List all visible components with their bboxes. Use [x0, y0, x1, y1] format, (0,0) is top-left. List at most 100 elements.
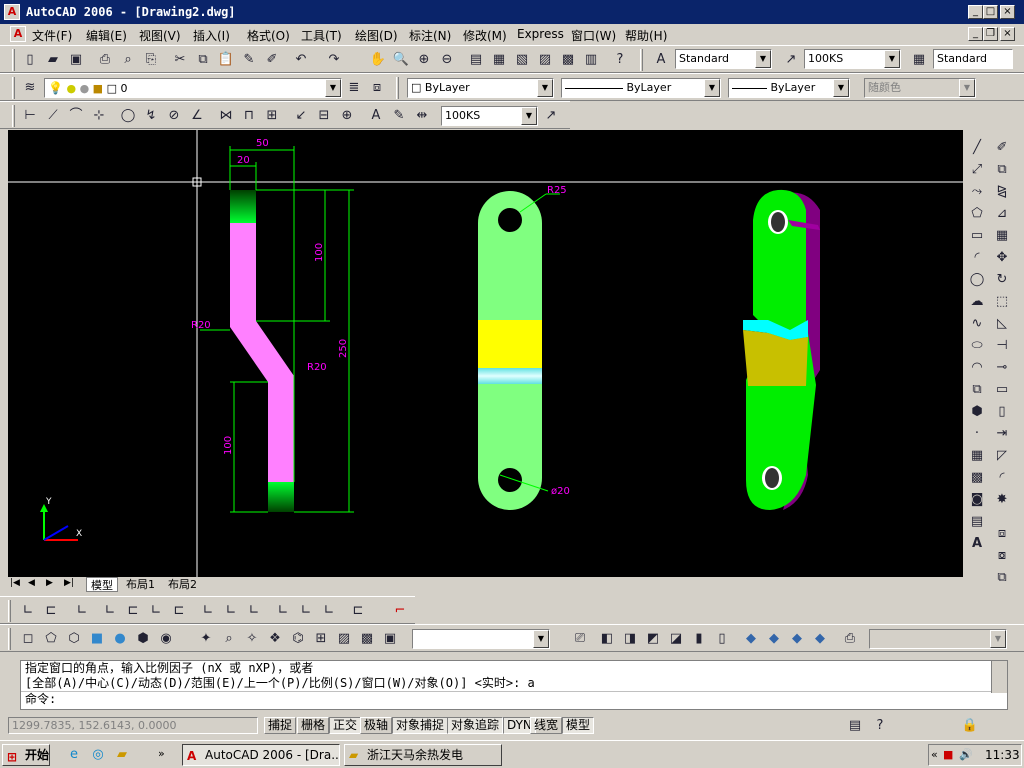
materials-library-icon[interactable]: ⌬	[288, 629, 308, 649]
gouraud-edges-icon[interactable]: ◉	[156, 629, 176, 649]
circle-icon[interactable]: ◯	[967, 270, 987, 290]
flat-shaded-icon[interactable]: ■	[87, 629, 107, 649]
ie-icon[interactable]: e	[64, 745, 84, 765]
dim-text-edit-icon[interactable]: ✎	[389, 106, 409, 126]
stretch-icon[interactable]: ◺	[992, 314, 1012, 334]
lineweight-select[interactable]: ByLayer ▼	[728, 78, 850, 98]
ucs-icon-11[interactable]: ∟	[273, 601, 293, 621]
ucs-icon-2[interactable]: ⊏	[41, 601, 61, 621]
mapping-icon[interactable]: ⊞	[311, 629, 331, 649]
comm-center-icon[interactable]: ▤	[845, 716, 865, 736]
menu-view[interactable]: 视图(V)	[139, 27, 181, 44]
pan-icon[interactable]: ✋	[368, 50, 388, 70]
print-icon[interactable]: ⎙	[95, 50, 115, 70]
draworder-front-icon[interactable]: ⧈	[992, 524, 1012, 544]
zoom-previous-icon[interactable]: ⊖	[437, 50, 457, 70]
jogged-dim-icon[interactable]: ↯	[141, 106, 161, 126]
text-style-icon[interactable]: A	[651, 50, 671, 70]
menu-insert[interactable]: 插入(I)	[193, 27, 230, 44]
arc-icon[interactable]: ◜	[967, 248, 987, 268]
array-icon[interactable]: ▦	[992, 226, 1012, 246]
continue-dim-icon[interactable]: ⊞	[262, 106, 282, 126]
table-style-select[interactable]: Standard	[933, 49, 1013, 69]
model-toggle[interactable]: 模型	[562, 717, 595, 734]
design-center-icon[interactable]: ▦	[489, 50, 509, 70]
hidden-icon[interactable]: ⬡	[64, 629, 84, 649]
scale-icon[interactable]: ⬚	[992, 292, 1012, 312]
polyline-icon[interactable]: ⤳	[967, 182, 987, 202]
layer-select[interactable]: 💡 ● ● ■ □ 0 ▼	[44, 78, 342, 98]
table-icon[interactable]: ▤	[967, 512, 987, 532]
front-view-part[interactable]	[478, 191, 560, 510]
diameter-dim-icon[interactable]: ⊘	[164, 106, 184, 126]
revcloud-icon[interactable]: ☁	[967, 292, 987, 312]
prev-tab-icon[interactable]: ◀	[28, 578, 35, 588]
layer-manager-icon[interactable]: ≋	[20, 78, 40, 98]
tab-model[interactable]: 模型	[86, 577, 118, 592]
tool-palettes-icon[interactable]: ▧	[512, 50, 532, 70]
doc-restore-button[interactable]: ❐	[983, 27, 998, 41]
task-folder[interactable]: ▰ 浙江天马余热发电	[344, 744, 502, 766]
ucs-icon-4[interactable]: ∟	[100, 601, 120, 621]
plot-preview-icon[interactable]: ⌕	[118, 50, 138, 70]
linetype-select[interactable]: ByLayer ▼	[561, 78, 721, 98]
ucs-icon-7[interactable]: ⊏	[169, 601, 189, 621]
ucs-icon-13[interactable]: ∟	[319, 601, 339, 621]
sw-iso-icon[interactable]: ◆	[741, 629, 761, 649]
copy-icon[interactable]: ⧉	[193, 50, 213, 70]
zoom-window-icon[interactable]: ⊕	[414, 50, 434, 70]
cut-icon[interactable]: ✂	[170, 50, 190, 70]
command-scrollbar[interactable]	[991, 661, 1007, 693]
materials-icon[interactable]: ❖	[265, 629, 285, 649]
gradient-icon[interactable]: ▩	[967, 468, 987, 488]
aligned-dim-icon[interactable]: ⟋	[43, 106, 63, 126]
mtext-icon[interactable]: A	[967, 534, 987, 554]
dim-style-select-2[interactable]: 100KS ▼	[441, 106, 538, 126]
menu-window[interactable]: 窗口(W)	[571, 27, 616, 44]
camera-icon[interactable]: ⎙	[840, 629, 860, 649]
draworder-back-icon[interactable]: ⧇	[992, 546, 1012, 566]
open-icon[interactable]: ▰	[43, 50, 63, 70]
graph-icon[interactable]: ⌐	[390, 601, 410, 621]
undo-icon[interactable]: ↶	[291, 50, 311, 70]
volume-icon[interactable]: 🔊	[959, 748, 973, 761]
make-layer-current-icon[interactable]: ≣	[344, 78, 364, 98]
menu-draw[interactable]: 绘图(D)	[355, 27, 398, 44]
menu-format[interactable]: 格式(O)	[247, 27, 290, 44]
break-icon[interactable]: ▯	[992, 402, 1012, 422]
doc-minimize-button[interactable]: _	[968, 27, 983, 41]
next-tab-icon[interactable]: ▶	[46, 578, 53, 588]
help-status-icon[interactable]: ?	[870, 716, 890, 736]
redo-icon[interactable]: ↷	[324, 50, 344, 70]
text-style-select[interactable]: Standard ▼	[675, 49, 772, 69]
color-select[interactable]: □ ByLayer ▼	[407, 78, 554, 98]
command-prompt[interactable]: 命令:	[21, 691, 1007, 707]
menu-dimension[interactable]: 标注(N)	[409, 27, 451, 44]
gouraud-shaded-icon[interactable]: ●	[110, 629, 130, 649]
arc-length-icon[interactable]: ⌒	[66, 106, 86, 126]
start-button[interactable]: ⊞ 开始	[2, 744, 50, 766]
iso-view-part[interactable]	[743, 189, 820, 511]
ucs-icon-3[interactable]: ∟	[72, 601, 92, 621]
lights-icon[interactable]: ✧	[242, 629, 262, 649]
quicklaunch-overflow-icon[interactable]: »	[158, 747, 165, 760]
tab-layout2[interactable]: 布局2	[164, 577, 201, 592]
table-style-icon[interactable]: ▦	[909, 50, 929, 70]
hatch-icon[interactable]: ▦	[967, 446, 987, 466]
block-editor-icon[interactable]: ✐	[262, 50, 282, 70]
landscape-icon[interactable]: ▣	[380, 629, 400, 649]
line-icon[interactable]: ╱	[967, 138, 987, 158]
explode-icon[interactable]: ✸	[992, 490, 1012, 510]
rotate-icon[interactable]: ↻	[992, 270, 1012, 290]
grid-toggle[interactable]: 栅格	[297, 717, 330, 734]
mirror-icon[interactable]: ⧎	[992, 182, 1012, 202]
render-icon[interactable]: ✦	[196, 629, 216, 649]
properties-icon[interactable]: ▤	[466, 50, 486, 70]
dim-style-icon[interactable]: ↗	[781, 50, 801, 70]
document-icon[interactable]: A	[10, 26, 26, 42]
explorer-icon[interactable]: ▰	[112, 745, 132, 765]
move-icon[interactable]: ✥	[992, 248, 1012, 268]
menu-tools[interactable]: 工具(T)	[301, 27, 342, 44]
snap-toggle[interactable]: 捕捉	[264, 717, 297, 734]
top-view-icon[interactable]: ◧	[597, 629, 617, 649]
